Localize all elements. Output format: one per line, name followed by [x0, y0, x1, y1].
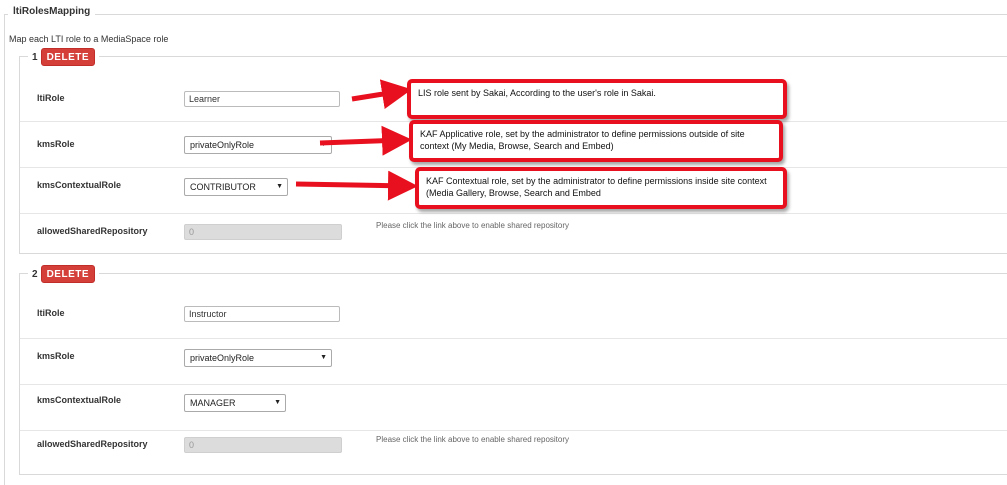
section-description: Map each LTI role to a MediaSpace role: [9, 34, 169, 44]
field-label: allowedSharedRepository: [37, 439, 148, 449]
group-number: 2: [32, 268, 38, 280]
group-number: 1: [32, 51, 38, 63]
kmsrole-select[interactable]: privateOnlyRole ▼: [184, 136, 332, 154]
field-row-kmscontextualrole: kmsContextualRole MANAGER ▼: [20, 384, 1007, 431]
allowedsharedrepository-input: 0: [184, 224, 342, 240]
helper-text: Please click the link above to enable sh…: [376, 435, 569, 444]
field-label: ltiRole: [37, 93, 65, 103]
caret-down-icon: ▼: [320, 141, 327, 148]
section-title: ltiRolesMapping: [8, 6, 96, 17]
caret-down-icon: ▼: [320, 354, 327, 361]
field-label: allowedSharedRepository: [37, 226, 148, 236]
field-label: kmsContextualRole: [37, 395, 122, 405]
delete-button[interactable]: DELETE: [40, 48, 96, 66]
callout-kmsrole: KAF Applicative role, set by the adminis…: [409, 120, 783, 162]
delete-button[interactable]: DELETE: [40, 265, 96, 283]
role-mapping-group-2: 2 DELETE ltiRole Instructor kmsRole priv…: [19, 265, 1007, 477]
callout-kmscontextualrole: KAF Contextual role, set by the administ…: [415, 167, 787, 209]
kmscontextualrole-select[interactable]: MANAGER ▼: [184, 394, 286, 412]
field-label: kmsRole: [37, 351, 75, 361]
field-label: ltiRole: [37, 308, 65, 318]
field-label: kmsRole: [37, 139, 75, 149]
select-value: privateOnlyRole: [190, 353, 255, 363]
caret-down-icon: ▼: [274, 399, 281, 406]
select-value: CONTRIBUTOR: [190, 182, 256, 192]
field-row-allowedsharedrepository: allowedSharedRepository 0 Please click t…: [20, 430, 1007, 477]
select-value: privateOnlyRole: [190, 140, 255, 150]
caret-down-icon: ▼: [276, 183, 283, 190]
field-row-kmsrole: kmsRole privateOnlyRole ▼: [20, 338, 1007, 385]
allowedsharedrepository-input: 0: [184, 437, 342, 453]
group-legend: 1 DELETE: [28, 48, 100, 66]
kmscontextualrole-select[interactable]: CONTRIBUTOR ▼: [184, 178, 288, 196]
helper-text: Please click the link above to enable sh…: [376, 221, 569, 230]
kmsrole-select[interactable]: privateOnlyRole ▼: [184, 349, 332, 367]
callout-ltirole: LIS role sent by Sakai, According to the…: [407, 79, 787, 119]
ltirole-input[interactable]: Instructor: [184, 306, 340, 322]
group-legend: 2 DELETE: [28, 265, 100, 283]
field-row-allowedsharedrepository: allowedSharedRepository 0 Please click t…: [20, 213, 1007, 260]
select-value: MANAGER: [190, 398, 236, 408]
field-label: kmsContextualRole: [37, 180, 122, 190]
field-row-ltirole: ltiRole Instructor: [20, 292, 1007, 338]
ltirole-input[interactable]: Learner: [184, 91, 340, 107]
